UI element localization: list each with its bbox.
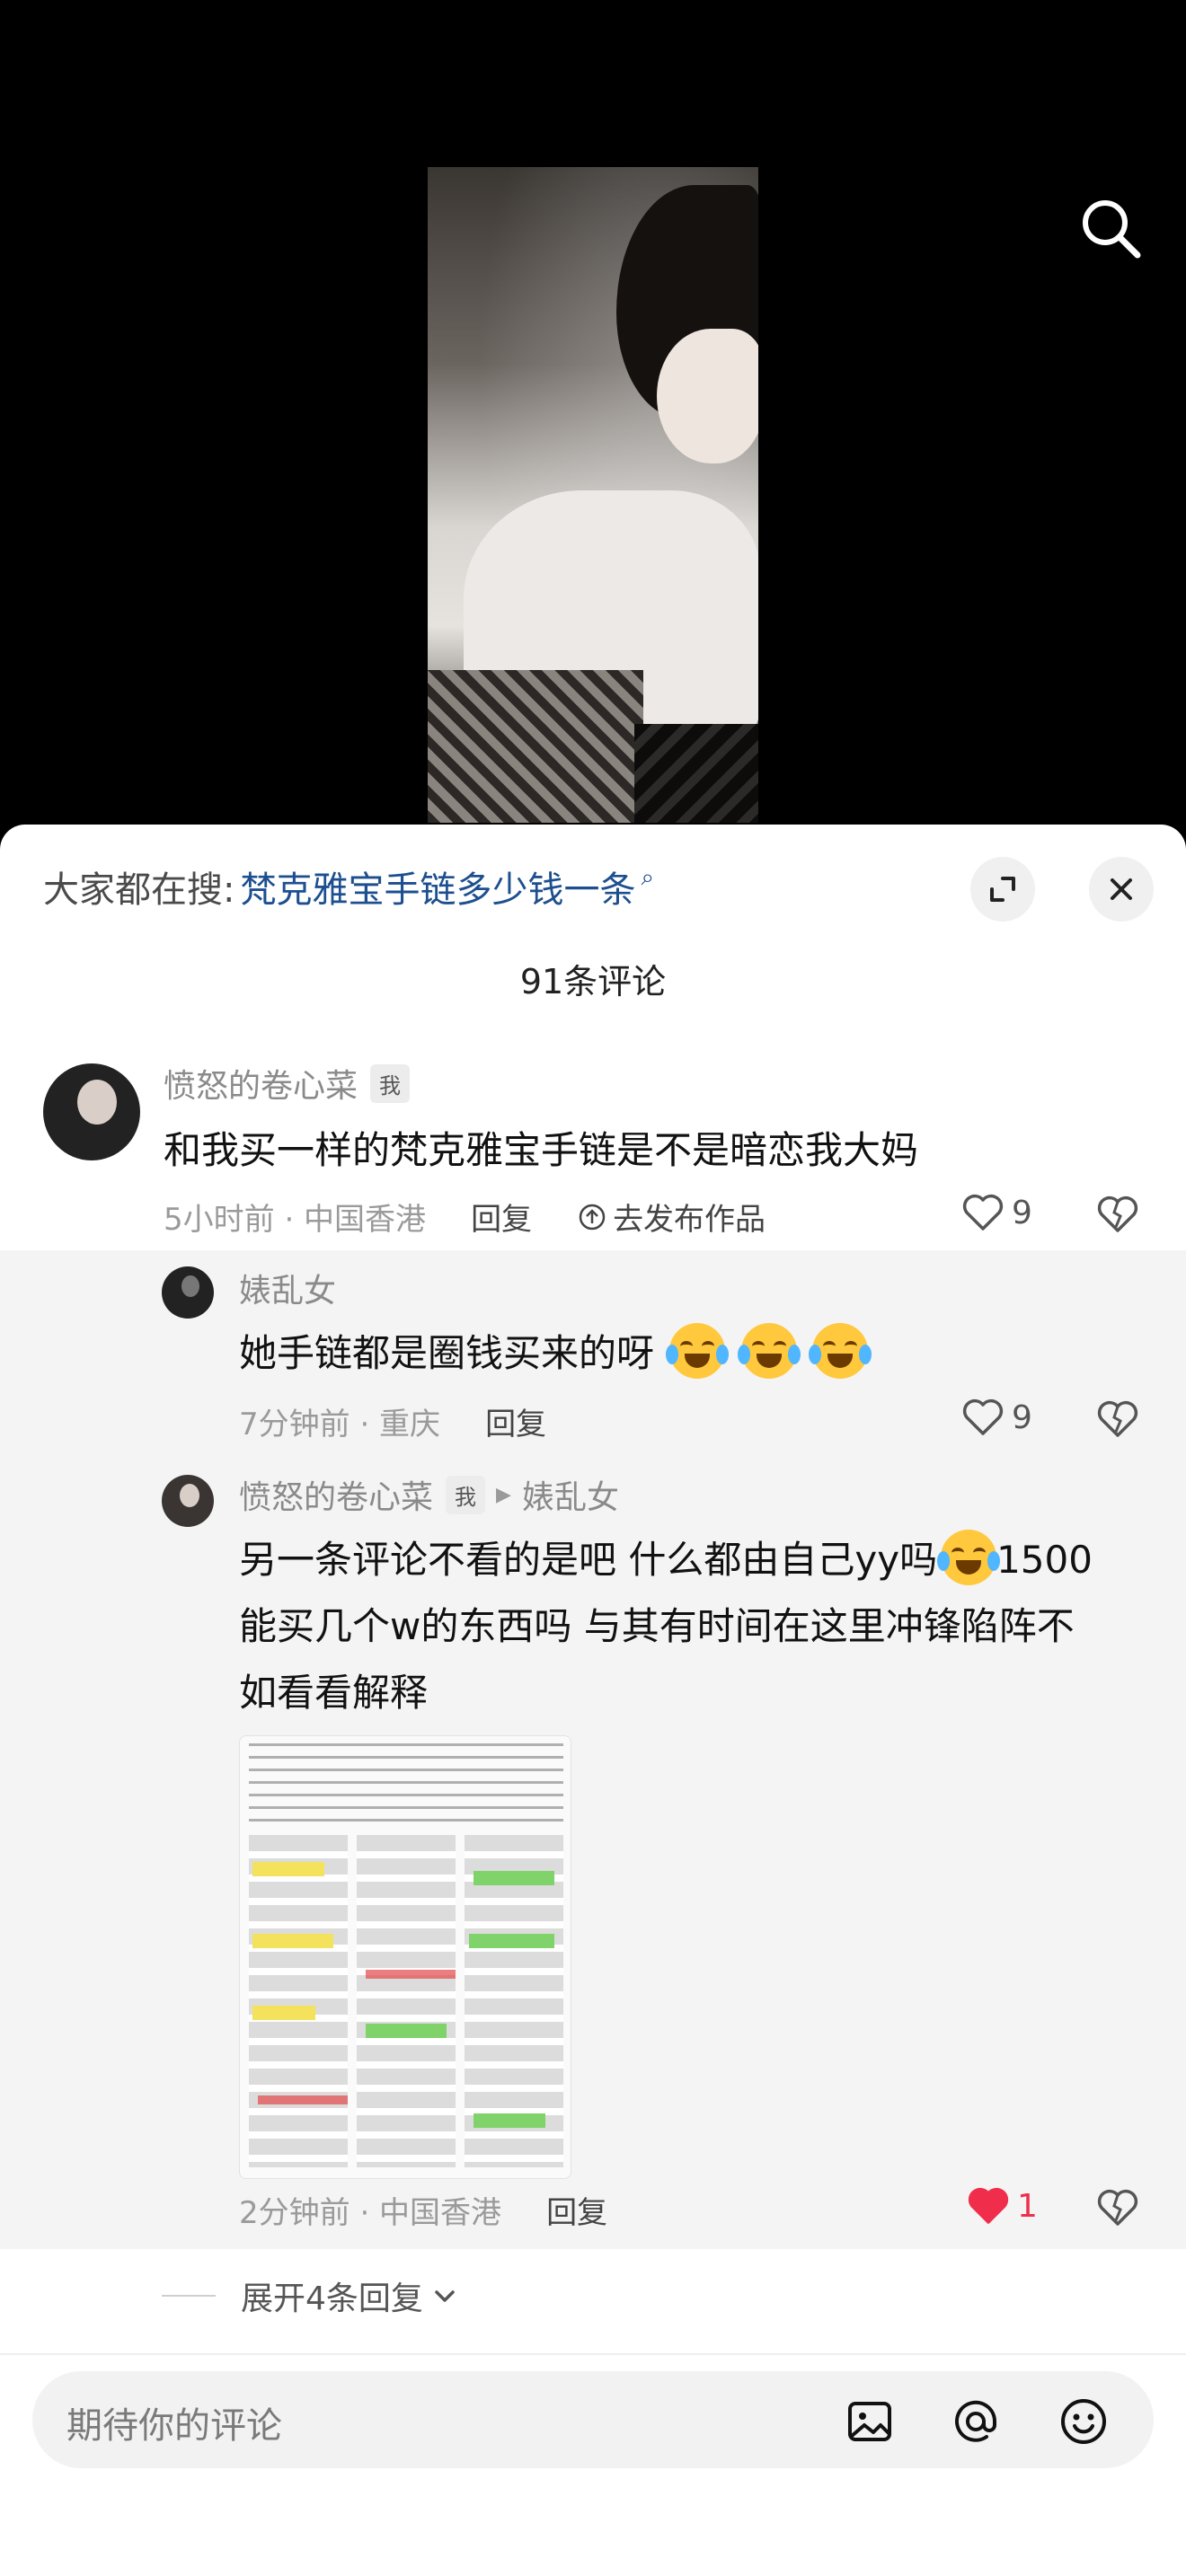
- username-text: 愤怒的卷心菜: [239, 1479, 434, 1516]
- video-thumbnail[interactable]: [428, 167, 758, 823]
- reply-meta: 2分钟前 · 中国香港 回复: [239, 2188, 607, 2232]
- laugh-cry-emoji-icon: [809, 1323, 872, 1379]
- hot-search-prefix: 大家都在搜:: [43, 869, 235, 911]
- search-button[interactable]: [1075, 192, 1146, 264]
- image-icon: [848, 2402, 891, 2441]
- heart-icon: [962, 1398, 1004, 1435]
- hot-search-glyph-icon: ⌕: [641, 863, 655, 891]
- chevron-down-icon: [435, 2290, 455, 2302]
- comment-time-location: 5小时前 · 中国香港: [164, 1202, 427, 1238]
- avatar-face: [181, 1275, 199, 1297]
- reply-username[interactable]: 愤怒的卷心菜 我 ▶ 婊乱女: [239, 1471, 619, 1518]
- avatar-face: [180, 1484, 199, 1507]
- reply-text-line-1-text: 另一条评论不看的是吧 什么都由自己yy吗: [239, 1538, 938, 1582]
- reply-meta: 7分钟前 · 重庆 回复: [239, 1399, 546, 1443]
- video-pattern: [428, 670, 643, 823]
- mention-button[interactable]: [951, 2396, 1001, 2447]
- avatar[interactable]: [162, 1266, 214, 1319]
- comment-input-placeholder: 期待你的评论: [66, 2405, 282, 2447]
- reply-text: 她手链都是圈钱买来的呀: [239, 1331, 655, 1375]
- video-chair: [634, 724, 758, 823]
- hot-search-term[interactable]: 梵克雅宝手链多少钱一条: [240, 860, 635, 913]
- reply-time-location: 7分钟前 · 重庆: [239, 1407, 441, 1442]
- heart-icon: [962, 1194, 1004, 1231]
- expand-sheet-button[interactable]: [970, 857, 1035, 922]
- image-column: [357, 1835, 456, 2167]
- insert-image-button[interactable]: [845, 2396, 895, 2447]
- reply-button[interactable]: 回复: [471, 1195, 532, 1239]
- username-text: 婊乱女: [239, 1273, 337, 1310]
- search-icon: [1083, 200, 1141, 259]
- comment-username[interactable]: 愤怒的卷心菜 我: [164, 1060, 411, 1107]
- image-highlight: [258, 2095, 348, 2104]
- emoji-button[interactable]: [1058, 2396, 1109, 2447]
- laugh-cry-emoji-icon: [737, 1323, 801, 1379]
- comment-input[interactable]: 期待你的评论: [32, 2371, 1154, 2468]
- username-text: 愤怒的卷心菜: [164, 1068, 358, 1105]
- hot-search-bar[interactable]: 大家都在搜: 梵克雅宝手链多少钱一条 ⌕: [43, 860, 655, 913]
- like-button[interactable]: 1: [967, 2186, 1038, 2226]
- laugh-cry-emoji-icon: [937, 1530, 1001, 1585]
- comment-sheet: 大家都在搜: 梵克雅宝手链多少钱一条 ⌕ 91条评论 愤怒的卷心菜 我 和我买一…: [0, 825, 1186, 2576]
- upload-arrow-icon: [579, 1204, 606, 1230]
- expand-replies-button[interactable]: 展开4条回复: [162, 2272, 457, 2319]
- image-highlight: [252, 1934, 333, 1948]
- reply-text-line-1-tail: 1500: [996, 1538, 1093, 1582]
- comment-meta: 5小时前 · 中国香港 回复 去发布作品: [164, 1195, 766, 1239]
- input-divider: [0, 2353, 1186, 2355]
- dislike-button[interactable]: [1096, 1195, 1139, 1238]
- me-badge: 我: [446, 1475, 486, 1514]
- like-button[interactable]: 9: [961, 1193, 1032, 1232]
- close-icon: [1111, 878, 1132, 900]
- publish-work-button[interactable]: 去发布作品: [577, 1195, 766, 1239]
- reply-text-line-3: 如看看解释: [239, 1671, 429, 1715]
- image-highlight: [474, 2113, 545, 2128]
- image-header-text: [249, 1743, 563, 1824]
- publish-work-label: 去发布作品: [613, 1202, 766, 1238]
- expand-replies-label: 展开4条回复: [241, 2280, 423, 2317]
- avatar[interactable]: [43, 1063, 140, 1160]
- image-highlight: [252, 1862, 324, 1876]
- dislike-button[interactable]: [1096, 1399, 1139, 1442]
- reply-username[interactable]: 婊乱女: [239, 1265, 336, 1311]
- close-sheet-button[interactable]: [1089, 857, 1154, 922]
- image-highlight: [366, 1970, 456, 1979]
- broken-heart-icon: [1097, 1400, 1138, 1437]
- like-button[interactable]: 9: [961, 1398, 1032, 1437]
- reply-button[interactable]: 回复: [546, 2188, 607, 2232]
- video-figure-face: [657, 329, 758, 463]
- emoji-icon: [1061, 2399, 1106, 2444]
- image-highlight: [469, 1934, 554, 1948]
- dislike-button[interactable]: [1096, 2188, 1139, 2231]
- me-badge: 我: [370, 1063, 411, 1103]
- comment-count-title: 91条评论: [519, 962, 667, 1001]
- avatar[interactable]: [162, 1475, 214, 1527]
- reply-text-line-2: 能买几个w的东西吗 与其有时间在这里冲锋陷阵不: [239, 1604, 1075, 1648]
- laugh-cry-emoji-icon: [666, 1323, 730, 1379]
- image-highlight: [366, 2024, 447, 2038]
- reply-text-line-1: 另一条评论不看的是吧 什么都由自己yy吗 1500: [239, 1527, 1120, 1593]
- broken-heart-icon: [1097, 2189, 1138, 2226]
- image-highlight: [252, 2006, 315, 2020]
- image-column: [249, 1835, 348, 2167]
- comment-text: 和我买一样的梵克雅宝手链是不是暗恋我大妈: [164, 1128, 919, 1172]
- image-highlight: [474, 1871, 554, 1885]
- heart-filled-icon: [968, 2187, 1009, 2224]
- like-count: 1: [1017, 2187, 1038, 2225]
- reply-to-arrow-icon: ▶: [496, 1483, 511, 1506]
- reply-to-username[interactable]: 婊乱女: [522, 1471, 619, 1518]
- expand-icon: [990, 877, 1015, 902]
- reply-text-block: 另一条评论不看的是吧 什么都由自己yy吗 1500 能买几个w的东西吗 与其有时间…: [239, 1527, 1120, 1726]
- like-count: 9: [1012, 1194, 1032, 1231]
- reply-button[interactable]: 回复: [485, 1399, 546, 1443]
- avatar-face: [77, 1080, 117, 1125]
- expand-divider-line: [162, 2295, 216, 2297]
- at-icon: [955, 2400, 997, 2442]
- video-area[interactable]: [0, 0, 1186, 835]
- reply-time-location: 2分钟前 · 中国香港: [239, 2195, 502, 2231]
- reply-text-row: 她手链都是圈钱买来的呀: [239, 1320, 872, 1387]
- broken-heart-icon: [1097, 1195, 1138, 1232]
- like-count: 9: [1012, 1398, 1032, 1436]
- reply-attached-image[interactable]: [239, 1735, 571, 2179]
